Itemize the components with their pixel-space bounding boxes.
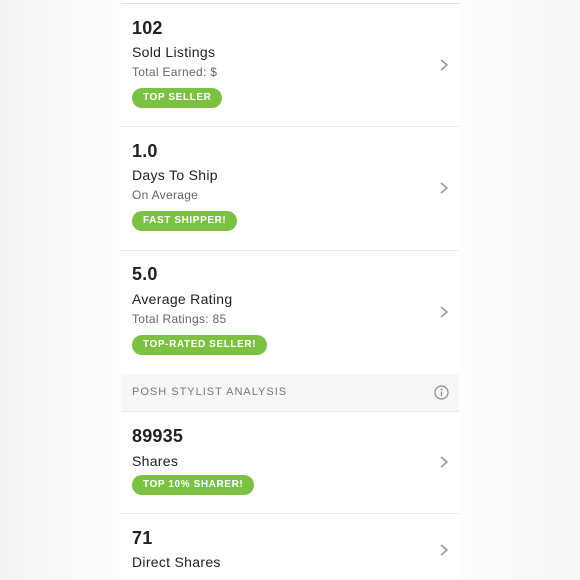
chevron-right-icon bbox=[440, 544, 449, 556]
stat-title: Days To Ship bbox=[132, 167, 218, 183]
status-badge: TOP SELLER bbox=[132, 88, 223, 108]
status-badge: TOP-RATED SELLER! bbox=[132, 335, 268, 355]
stat-subtitle: Total Earned: $ bbox=[132, 65, 218, 79]
stat-value: 71 bbox=[132, 528, 153, 548]
stat-value: 5.0 bbox=[132, 264, 158, 284]
info-icon[interactable] bbox=[434, 385, 449, 400]
page-background: 102 Sold Listings Total Earned: $ TOP SE… bbox=[0, 0, 580, 580]
stat-subtitle: Total Ratings: 85 bbox=[132, 312, 227, 326]
chevron-right-icon bbox=[440, 59, 449, 71]
stat-title: Average Rating bbox=[132, 291, 233, 307]
stat-subtitle: On Average bbox=[132, 188, 199, 202]
status-badge: FAST SHIPPER! bbox=[132, 211, 238, 231]
chevron-right-icon bbox=[440, 182, 449, 194]
chevron-right-icon bbox=[440, 306, 449, 318]
stat-row-sold-listings[interactable]: 102 Sold Listings Total Earned: $ TOP SE… bbox=[121, 4, 459, 127]
stat-title: Direct Shares bbox=[132, 554, 221, 570]
chevron-right-icon bbox=[440, 456, 449, 468]
section-title: POSH STYLIST ANALYSIS bbox=[132, 386, 288, 398]
status-badge: TOP 10% SHARER! bbox=[132, 475, 255, 495]
stat-row-shares[interactable]: 89935 Shares TOP 10% SHARER! bbox=[121, 412, 459, 514]
posh-stylist-analysis-header: POSH STYLIST ANALYSIS bbox=[121, 374, 459, 412]
stat-title: Sold Listings bbox=[132, 44, 216, 60]
stat-row-average-rating[interactable]: 5.0 Average Rating Total Ratings: 85 TOP… bbox=[121, 251, 459, 374]
stat-value: 102 bbox=[132, 18, 163, 38]
stat-title: Shares bbox=[132, 453, 179, 469]
stat-value: 1.0 bbox=[132, 141, 158, 161]
closet-stats-panel: 102 Sold Listings Total Earned: $ TOP SE… bbox=[121, 0, 459, 580]
stat-value: 89935 bbox=[132, 426, 184, 446]
stat-row-direct-shares[interactable]: 71 Direct Shares bbox=[121, 514, 459, 580]
stat-row-days-to-ship[interactable]: 1.0 Days To Ship On Average FAST SHIPPER… bbox=[121, 127, 459, 251]
